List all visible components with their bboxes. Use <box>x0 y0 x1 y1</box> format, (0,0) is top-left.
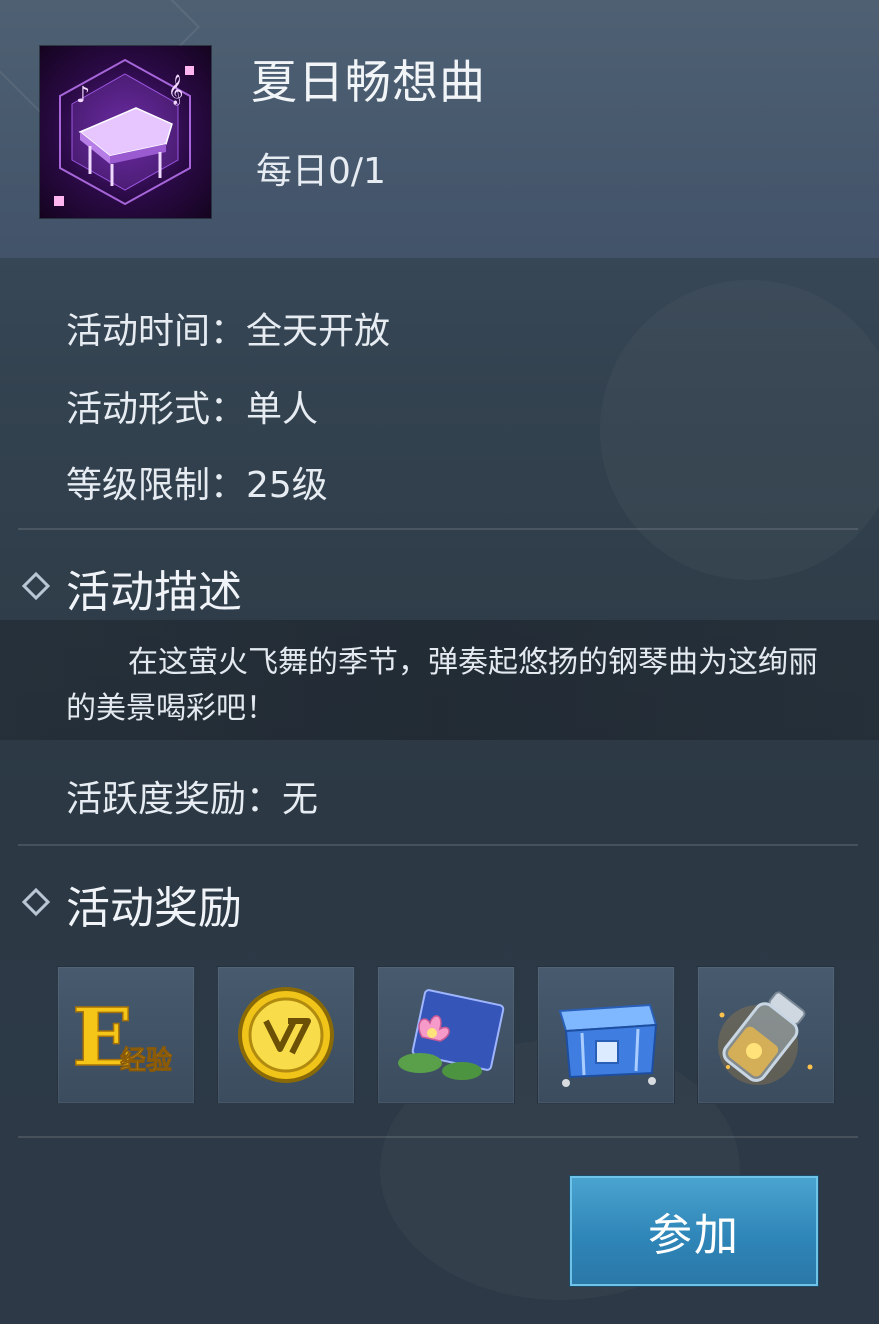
svg-text:♪: ♪ <box>76 83 90 108</box>
divider <box>18 1136 858 1138</box>
description-text: 在这萤火飞舞的季节，弹奏起悠扬的钢琴曲为这绚丽的美景喝彩吧！ <box>66 645 818 726</box>
svg-text:𝄞: 𝄞 <box>168 74 183 106</box>
bullet-diamond-icon <box>21 887 51 917</box>
reward-lotus-scroll[interactable] <box>377 966 515 1104</box>
activity-detail-panel: ♪ 𝄞 夏日畅想曲 每日0/1 活动时间：全天开放 活动形式：单人 等级限制：2… <box>0 0 879 1324</box>
gold-coin-icon <box>238 987 334 1083</box>
activity-title: 夏日畅想曲 <box>251 55 486 109</box>
activeness-reward: 活跃度奖励：无 <box>66 779 319 820</box>
reward-treasure-chest[interactable] <box>537 966 675 1104</box>
experience-label: 经验 <box>120 1045 172 1076</box>
level-requirement: 等级限制：25级 <box>66 465 328 506</box>
bullet-diamond-icon <box>21 571 51 601</box>
reward-firefly-bottle[interactable] <box>697 966 835 1104</box>
treasure-chest-icon <box>558 1003 658 1087</box>
activity-time: 活动时间：全天开放 <box>66 311 391 352</box>
activity-mode: 活动形式：单人 <box>66 389 319 430</box>
description-section-title: 活动描述 <box>66 567 242 618</box>
piano-icon: ♪ 𝄞 <box>40 46 211 218</box>
lotus-scroll-icon <box>398 989 505 1080</box>
join-button[interactable]: 参加 <box>570 1176 818 1286</box>
divider <box>18 528 858 530</box>
background-decoration <box>600 280 879 580</box>
reward-experience[interactable]: E 经验 <box>57 966 195 1104</box>
divider <box>18 844 858 846</box>
daily-count: 每日0/1 <box>256 151 386 192</box>
reward-gold-coin[interactable] <box>217 966 355 1104</box>
firefly-bottle-icon <box>718 991 813 1085</box>
experience-icon: E 经验 <box>71 989 172 1085</box>
rewards-section-title: 活动奖励 <box>66 883 242 934</box>
